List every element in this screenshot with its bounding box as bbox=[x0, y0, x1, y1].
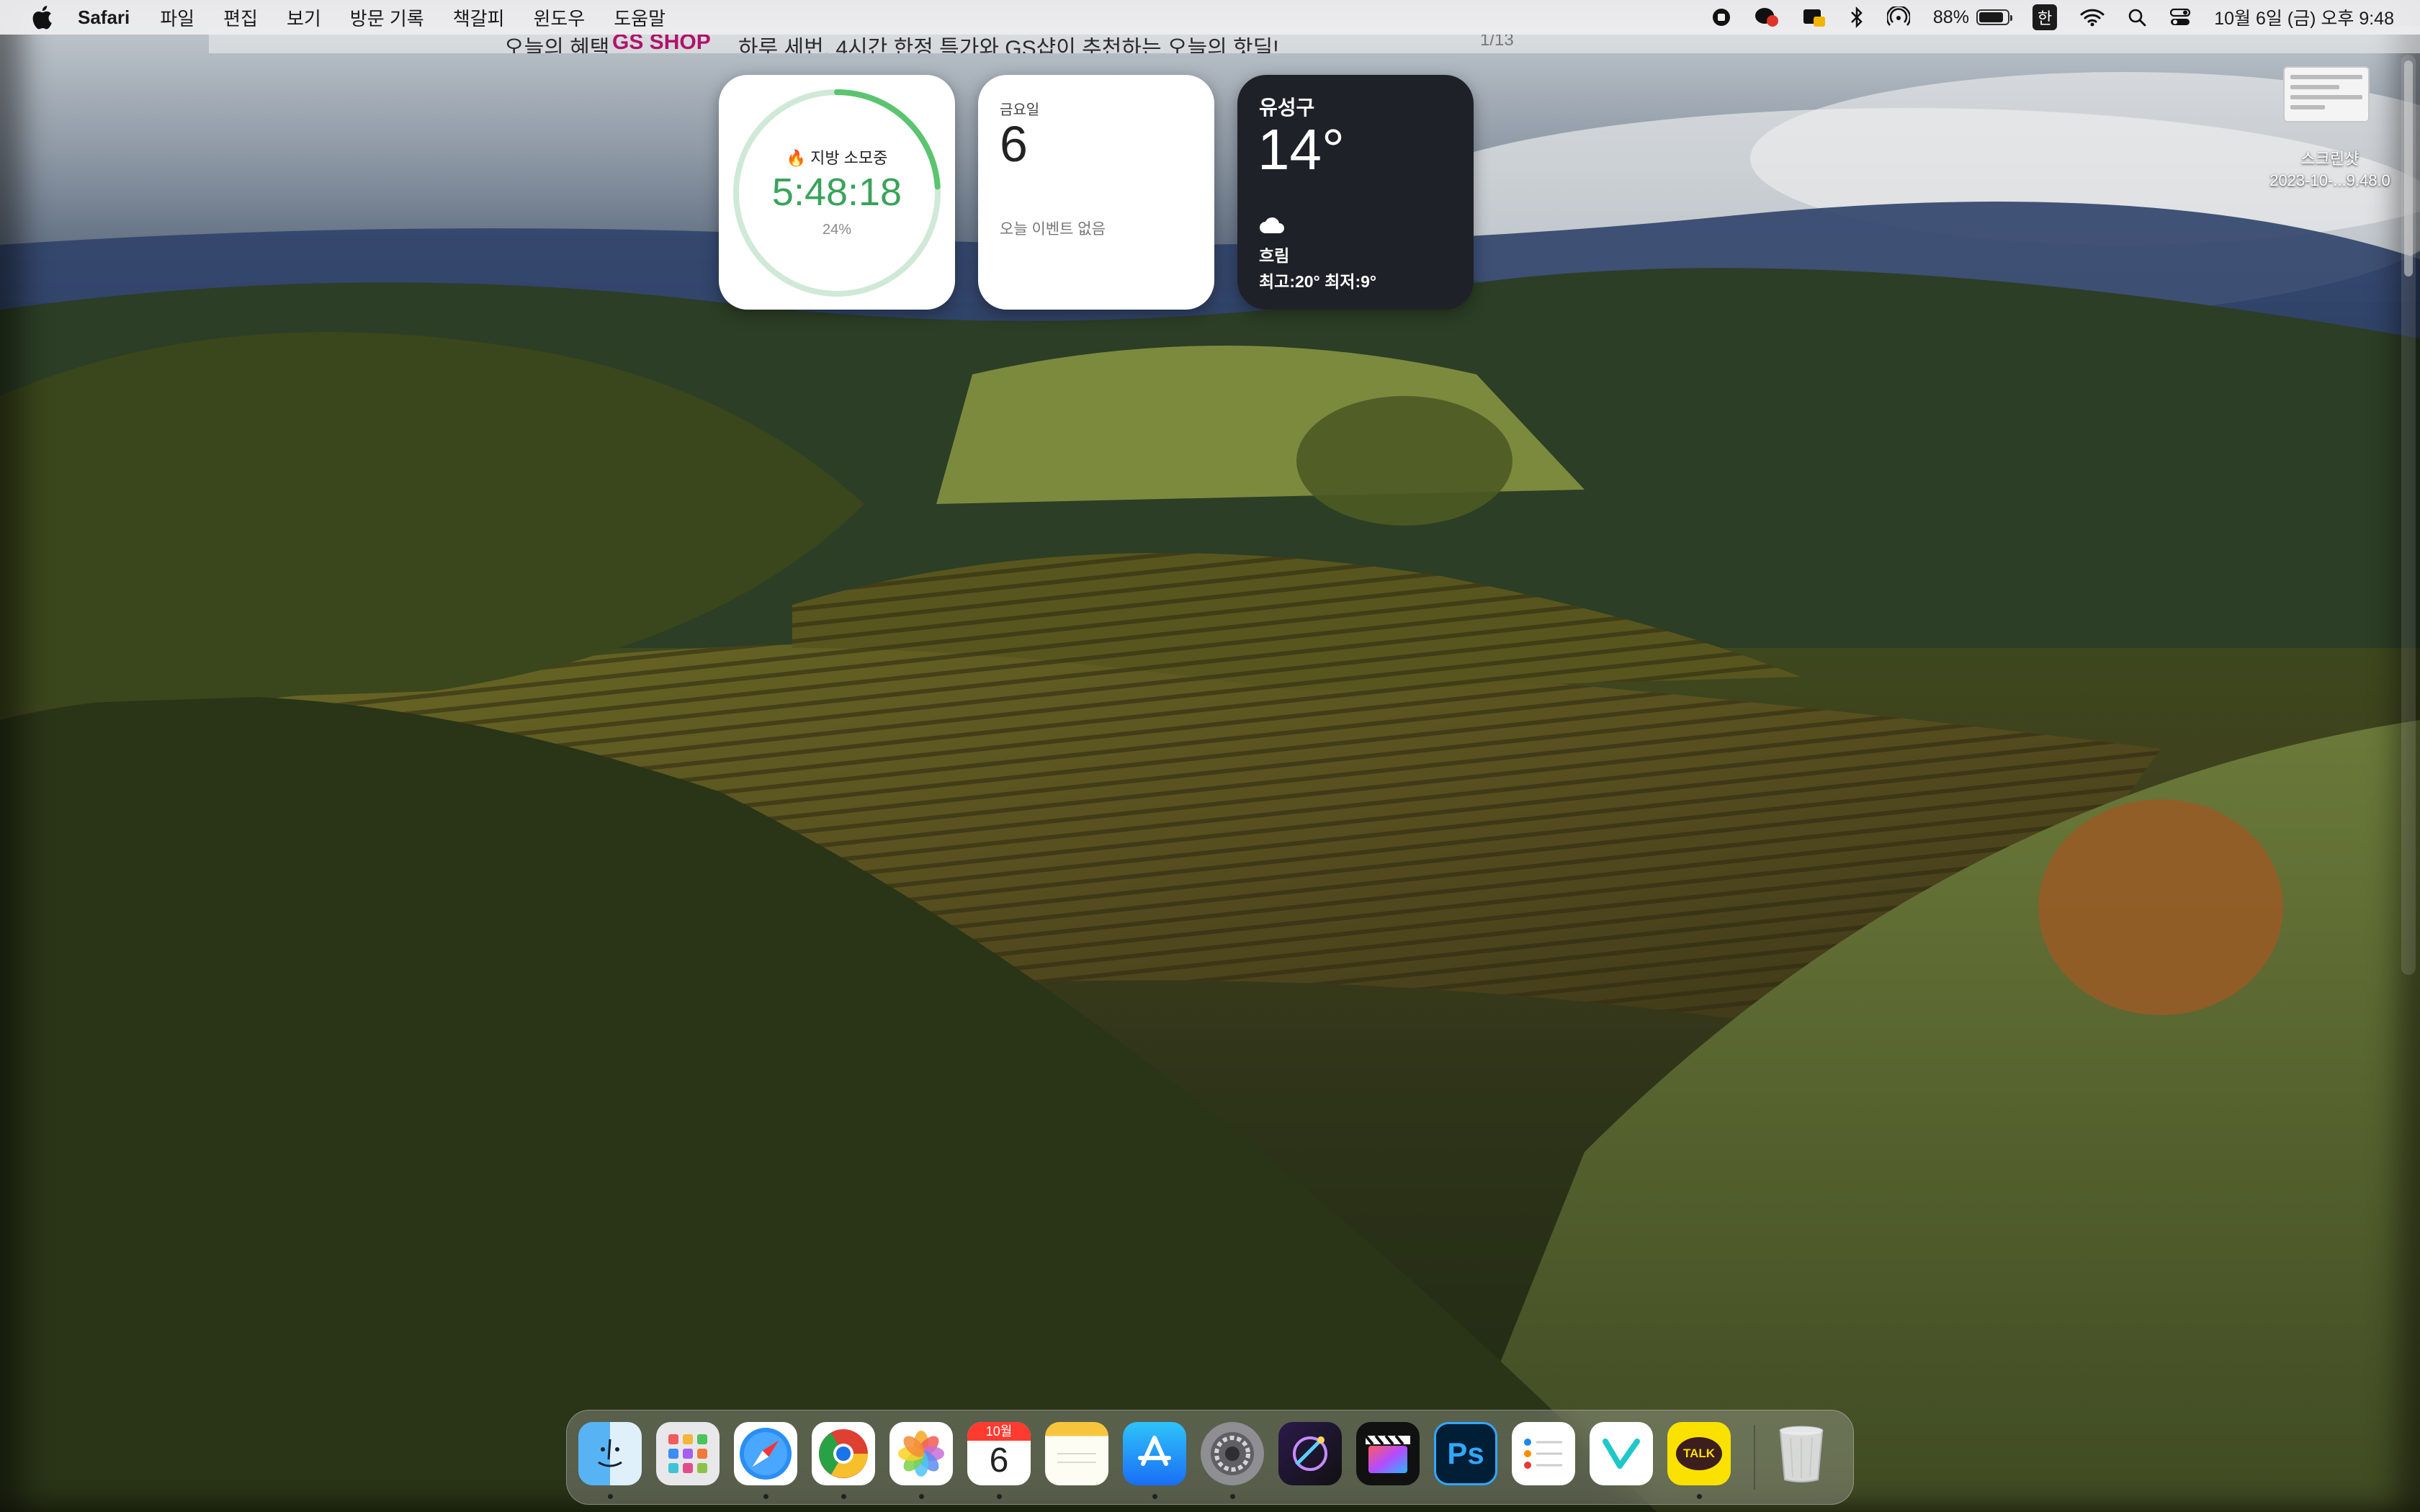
dock-running-indicator bbox=[1152, 1494, 1157, 1499]
menu-clock[interactable]: 10월 6일 (금) 오후 9:48 bbox=[2214, 4, 2394, 30]
messenger-icon[interactable] bbox=[1754, 6, 1779, 28]
launchpad-icon[interactable] bbox=[656, 1422, 720, 1485]
menu-view[interactable]: 보기 bbox=[287, 4, 321, 31]
search-icon[interactable] bbox=[2128, 8, 2146, 27]
photos-icon[interactable] bbox=[889, 1422, 953, 1485]
scrollbar-thumb[interactable] bbox=[2404, 60, 2413, 276]
menu-edit[interactable]: 편집 bbox=[223, 4, 258, 31]
dock-running-indicator bbox=[1230, 1494, 1235, 1499]
dock-running-indicator bbox=[608, 1494, 613, 1499]
weather-high-low: 최고:20° 최저:9° bbox=[1259, 272, 1377, 291]
dock-running-indicator bbox=[997, 1494, 1002, 1499]
dock-running-indicator bbox=[841, 1494, 846, 1499]
safari-icon[interactable] bbox=[734, 1422, 797, 1485]
airdrop-icon[interactable] bbox=[1886, 6, 1910, 28]
ai-icon[interactable] bbox=[1802, 6, 1827, 28]
menu-app-name[interactable]: Safari bbox=[78, 6, 130, 29]
menu-bar: Safari 파일 편집 보기 방문 기록 책갈피 윈도우 도움말 88% 한 bbox=[0, 0, 2420, 35]
photoshop-icon[interactable]: Ps bbox=[1434, 1422, 1497, 1485]
menu-file[interactable]: 파일 bbox=[160, 4, 194, 31]
calendar-date: 6 bbox=[1000, 116, 1028, 172]
calendar-empty-text: 오늘 이벤트 없음 bbox=[1000, 221, 1106, 238]
kakaotalk-icon[interactable]: TALK bbox=[1667, 1422, 1731, 1485]
finder-icon[interactable] bbox=[578, 1422, 642, 1485]
menu-history[interactable]: 방문 기록 bbox=[350, 4, 424, 31]
weather-widget[interactable]: 유성구 14° 흐림 최고:20° 최저:9° bbox=[1237, 75, 1474, 310]
weather-condition: 흐림 bbox=[1259, 246, 1290, 265]
fitness-percent: 24% bbox=[822, 222, 852, 238]
system-settings-icon[interactable] bbox=[1201, 1422, 1264, 1485]
menu-bookmarks[interactable]: 책갈피 bbox=[453, 4, 505, 31]
dock-separator bbox=[1754, 1425, 1755, 1490]
control-center-icon[interactable] bbox=[2169, 7, 2191, 27]
trash-icon[interactable] bbox=[1770, 1422, 1833, 1485]
bluetooth-icon[interactable] bbox=[1850, 6, 1864, 28]
reminders-icon[interactable] bbox=[1512, 1422, 1575, 1485]
fitness-widget[interactable]: 🔥 지방 소모중 5:48:18 24% bbox=[719, 75, 955, 310]
battery-percent: 88% bbox=[1932, 6, 1969, 27]
screenshot-file-icon[interactable] bbox=[2283, 66, 2370, 122]
chrome-icon[interactable] bbox=[812, 1422, 875, 1485]
battery-fill bbox=[1978, 12, 2004, 22]
calendar-app-month: 10월 bbox=[967, 1422, 1031, 1441]
flame-icon: 🔥 bbox=[786, 149, 806, 167]
input-source-indicator[interactable]: 한 bbox=[2032, 4, 2058, 30]
menu-help[interactable]: 도움말 bbox=[614, 4, 666, 31]
screenshot-file-label[interactable]: 스크린샷 2023-10-...9.48.0 bbox=[2233, 148, 2420, 192]
battery-icon[interactable] bbox=[1976, 9, 2012, 25]
dock-running-indicator bbox=[1697, 1494, 1702, 1499]
menu-window[interactable]: 윈도우 bbox=[533, 4, 585, 31]
dock: 10월 6 Ps TALK bbox=[566, 1410, 1854, 1505]
fitness-title: 🔥 지방 소모중 bbox=[786, 149, 888, 167]
app-store-icon[interactable] bbox=[1123, 1422, 1186, 1485]
notes-icon[interactable] bbox=[1045, 1422, 1108, 1485]
dock-running-indicator bbox=[763, 1494, 768, 1499]
vita-icon[interactable] bbox=[1590, 1422, 1653, 1485]
calendar-app-icon[interactable]: 10월 6 bbox=[967, 1422, 1031, 1485]
fitness-time: 5:48:18 bbox=[771, 171, 902, 214]
record-icon[interactable] bbox=[1711, 7, 1731, 27]
calendar-widget[interactable]: 금요일 6 오늘 이벤트 없음 bbox=[978, 75, 1214, 310]
cloud-icon bbox=[1260, 217, 1284, 233]
dock-running-indicator bbox=[919, 1494, 924, 1499]
status-area: 88% 한 10월 6일 (금) 오후 9:48 bbox=[1688, 0, 2394, 35]
motion-icon[interactable] bbox=[1278, 1422, 1342, 1485]
weather-temperature: 14° bbox=[1258, 117, 1345, 181]
calendar-app-day: 6 bbox=[989, 1441, 1009, 1480]
apple-icon[interactable] bbox=[27, 3, 56, 32]
final-cut-pro-icon[interactable] bbox=[1356, 1422, 1420, 1485]
wifi-icon[interactable] bbox=[2080, 8, 2105, 27]
